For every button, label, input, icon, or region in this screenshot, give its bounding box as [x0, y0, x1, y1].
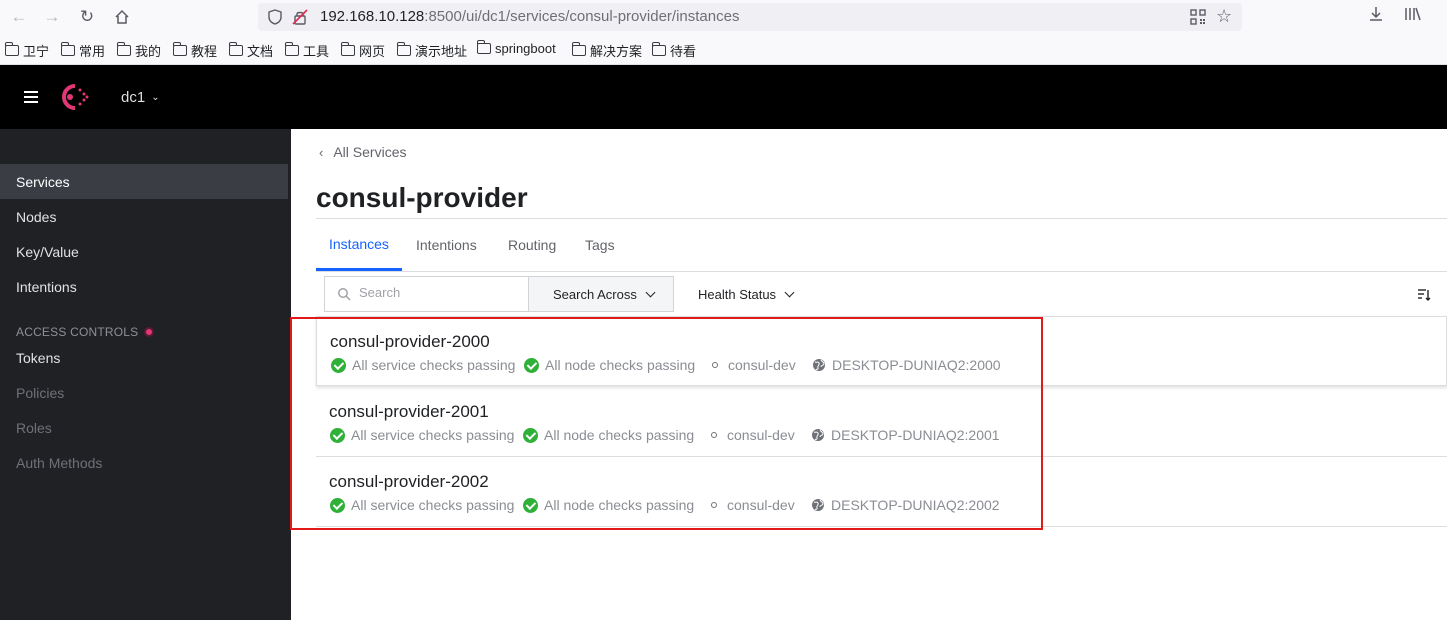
bookmark-folder[interactable]: 解决方案	[572, 41, 642, 60]
sidebar-item-roles: Roles	[16, 419, 52, 436]
home-icon[interactable]	[111, 6, 133, 28]
breadcrumb-link[interactable]: All Services	[333, 144, 406, 160]
consul-logo[interactable]	[56, 82, 90, 112]
bookmark-label: 文档	[247, 44, 274, 59]
health-status-label: Health Status	[698, 286, 777, 302]
menu-icon[interactable]	[24, 91, 38, 103]
forward-icon[interactable]: →	[41, 6, 63, 28]
bookmark-label: 卫宁	[23, 44, 50, 59]
bookmark-label: 工具	[303, 44, 330, 59]
download-icon[interactable]	[1368, 6, 1384, 27]
bookmark-folder[interactable]: 工具	[285, 41, 329, 60]
bookmark-label: 常用	[79, 44, 106, 59]
chevron-left-icon: ‹	[319, 144, 324, 160]
sidebar-item-tokens[interactable]: Tokens	[0, 340, 288, 375]
folder-icon	[652, 42, 666, 56]
datacenter-label: dc1	[121, 89, 146, 106]
bookmarks-bar: 卫宁 常用 我的 教程 文档 工具 网页 演示地址 springboot 解决方…	[0, 34, 1447, 65]
tabs-divider	[316, 271, 1447, 272]
bookmark-folder[interactable]: 卫宁	[5, 41, 49, 60]
folder-icon	[572, 42, 586, 56]
bookmark-label: 教程	[191, 44, 218, 59]
bookmark-folder[interactable]: 我的	[117, 41, 161, 60]
status-dot-icon	[144, 327, 155, 337]
tab-tags[interactable]: Tags	[572, 219, 628, 271]
tab-intentions[interactable]: Intentions	[403, 219, 490, 271]
tab-instances[interactable]: Instances	[316, 219, 402, 271]
browser-toolbar: ← → ↻ 192.168.10.128:8500/ui/dc1/service…	[0, 0, 1447, 34]
folder-icon	[285, 42, 299, 56]
bookmark-folder[interactable]: 文档	[229, 41, 273, 60]
insecure-lock-icon[interactable]	[292, 9, 308, 25]
bookmark-folder[interactable]: springboot	[477, 40, 556, 56]
tab-routing[interactable]: Routing	[495, 219, 569, 271]
access-controls-heading: ACCESS CONTROLS	[16, 325, 155, 339]
folder-icon	[397, 42, 411, 56]
library-icon[interactable]	[1404, 6, 1422, 27]
bookmark-label: 演示地址	[415, 44, 468, 59]
bookmark-folder[interactable]: 待看	[652, 41, 696, 60]
access-controls-label: ACCESS CONTROLS	[16, 325, 139, 339]
app-header: dc1 ⌄	[0, 65, 1447, 129]
search-field	[324, 276, 529, 312]
chevron-down-icon	[645, 287, 656, 297]
sidebar-item-policies: Policies	[16, 384, 65, 401]
reload-icon[interactable]: ↻	[76, 6, 98, 28]
breadcrumb[interactable]: ‹ All Services	[319, 144, 406, 160]
folder-icon	[117, 42, 131, 56]
chevron-down-icon: ⌄	[151, 92, 160, 103]
search-icon	[338, 288, 351, 301]
sidebar-item-nodes[interactable]: Nodes	[0, 199, 288, 234]
bookmark-label: 解决方案	[590, 44, 643, 59]
star-icon[interactable]: ☆	[1216, 6, 1232, 27]
sidebar-item-auth-methods: Auth Methods	[16, 454, 103, 471]
bookmark-folder[interactable]: 网页	[341, 41, 385, 60]
url-host: 192.168.10.128	[320, 8, 425, 25]
sidebar-item-intentions[interactable]: Intentions	[0, 269, 288, 304]
chevron-down-icon	[784, 287, 795, 297]
sidebar: Services Nodes Key/Value Intentions ACCE…	[0, 129, 291, 620]
bookmark-label: 我的	[135, 44, 162, 59]
page-title: consul-provider	[316, 182, 528, 213]
folder-icon	[5, 42, 19, 56]
sidebar-item-key-value[interactable]: Key/Value	[0, 234, 288, 269]
back-icon[interactable]: ←	[8, 6, 30, 28]
sidebar-item-services[interactable]: Services	[0, 164, 288, 199]
folder-icon	[61, 42, 75, 56]
search-across-label: Search Across	[553, 286, 637, 302]
url-path: :8500/ui/dc1/services/consul-provider/in…	[424, 8, 740, 25]
datacenter-select[interactable]: dc1 ⌄	[121, 89, 160, 106]
bookmark-folder[interactable]: 教程	[173, 41, 217, 60]
sort-icon[interactable]	[1417, 288, 1431, 301]
folder-icon	[341, 42, 355, 56]
url-text[interactable]: 192.168.10.128:8500/ui/dc1/services/cons…	[320, 8, 739, 25]
qr-code-icon[interactable]	[1190, 9, 1206, 25]
bookmark-label: 网页	[359, 44, 386, 59]
folder-icon	[477, 40, 491, 54]
highlight-annotation	[290, 317, 1043, 530]
health-status-dropdown[interactable]: Health Status	[698, 276, 795, 312]
search-across-dropdown[interactable]: Search Across	[528, 276, 674, 312]
bookmark-label: springboot	[495, 41, 556, 56]
folder-icon	[173, 42, 187, 56]
shield-icon[interactable]	[268, 9, 282, 25]
bookmark-label: 待看	[670, 44, 697, 59]
search-input[interactable]	[359, 285, 519, 300]
bookmark-folder[interactable]: 演示地址	[397, 41, 467, 60]
address-bar[interactable]: 192.168.10.128:8500/ui/dc1/services/cons…	[258, 3, 1242, 31]
folder-icon	[229, 42, 243, 56]
bookmark-folder[interactable]: 常用	[61, 41, 105, 60]
